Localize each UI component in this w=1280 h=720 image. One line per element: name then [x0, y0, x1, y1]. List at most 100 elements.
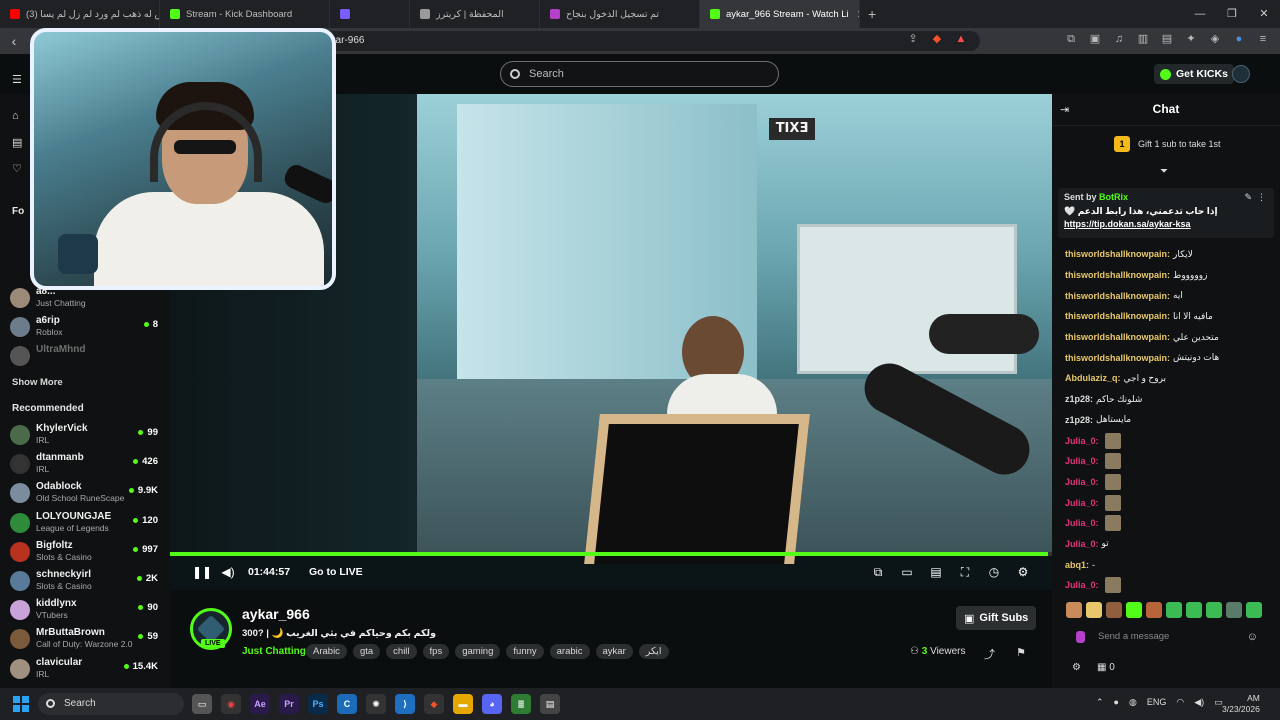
brave-rewards-icon[interactable]: ▲ — [954, 32, 968, 46]
pause-icon[interactable]: ❚❚ — [192, 565, 212, 579]
back-icon[interactable]: ‹ — [0, 33, 28, 49]
notepad-icon[interactable]: ≣ — [511, 694, 531, 714]
chat-points-icon[interactable]: ▦ 0 — [1097, 662, 1115, 673]
chatgpt-icon[interactable]: ✺ — [366, 694, 386, 714]
stream-tag[interactable]: gta — [352, 644, 381, 659]
stream-tag[interactable]: fps — [422, 644, 450, 659]
report-icon[interactable]: ⚑ — [1016, 646, 1026, 659]
browse-icon[interactable]: ▤ — [12, 137, 24, 149]
windows-start-icon[interactable] — [13, 696, 29, 712]
sidebar-channel[interactable]: UltraMhnd — [10, 343, 162, 370]
emote-icon[interactable] — [1206, 602, 1222, 618]
emote-icon[interactable] — [1186, 602, 1202, 618]
taskbar-search[interactable]: Search — [38, 693, 184, 715]
document-icon[interactable]: ▤ — [540, 694, 560, 714]
close-icon[interactable]: ✕ — [1248, 0, 1280, 28]
photoshop-icon[interactable]: Ps — [308, 694, 328, 714]
emote-icon[interactable] — [1086, 602, 1102, 618]
music-icon[interactable]: ♫ — [1112, 32, 1126, 46]
browser-tab[interactable]: المحفظة | كريترز — [410, 0, 540, 28]
stream-tag[interactable]: aykar — [595, 644, 633, 659]
chat-username[interactable]: Julia_0: — [1065, 456, 1099, 466]
chat-username[interactable]: abq1: — [1065, 560, 1089, 570]
puzzle-icon[interactable]: ✦ — [1184, 32, 1198, 46]
sidebar-channel[interactable]: clavicular IRL 15.4K — [10, 656, 162, 683]
chat-username[interactable]: thisworldshallknowpain: — [1065, 270, 1170, 280]
share-icon[interactable]: ⇪ — [906, 32, 920, 46]
emote-icon[interactable] — [1126, 602, 1142, 618]
extensions-icon[interactable]: ⧉ — [1064, 32, 1078, 46]
mic-icon[interactable]: ● — [1114, 697, 1119, 708]
speed-icon[interactable]: ◷ — [987, 565, 1001, 579]
brave-icon[interactable]: ◆ — [424, 694, 444, 714]
emote-icon[interactable] — [1226, 602, 1242, 618]
sidebar-channel[interactable]: MrButtaBrown Call of Duty: Warzone 2.0 59 — [10, 626, 162, 653]
sidebar-channel[interactable]: LOLYOUNGJAE League of Legends 120 — [10, 510, 162, 537]
chat-username[interactable]: Julia_0: — [1065, 539, 1099, 549]
chat-username[interactable]: z1p28: — [1065, 415, 1093, 425]
vscode-icon[interactable]: ⟩ — [395, 694, 415, 714]
chat-filter-icon[interactable]: ⏷ — [1160, 166, 1168, 177]
emote-icon[interactable] — [1066, 602, 1082, 618]
premiere-icon[interactable]: Pr — [279, 694, 299, 714]
stream-tag[interactable]: arabic — [549, 644, 590, 659]
stream-tag[interactable]: Arabic — [306, 644, 347, 659]
emoji-icon[interactable]: ☺ — [1247, 626, 1258, 648]
emote-icon[interactable] — [1106, 602, 1122, 618]
chat-username[interactable]: thisworldshallknowpain: — [1065, 353, 1170, 363]
show-more-button[interactable]: Show More — [12, 377, 63, 388]
new-tab-button[interactable]: + — [860, 6, 884, 22]
stream-category[interactable]: Just Chatting — [242, 646, 306, 657]
maximize-icon[interactable]: ❐ — [1216, 0, 1248, 28]
home-icon[interactable]: ⌂ — [12, 110, 24, 122]
fullscreen-icon[interactable]: ⛶ — [958, 565, 972, 579]
wallet-icon[interactable]: ▤ — [1160, 32, 1174, 46]
chat-username[interactable]: thisworldshallknowpain: — [1065, 291, 1170, 301]
sidebar-channel[interactable]: Bigfoltz Slots & Casino 997 — [10, 539, 162, 566]
chat-username[interactable]: z1p28: — [1065, 394, 1093, 404]
gift-goal[interactable]: 1 Gift 1 sub to take 1st — [1114, 136, 1221, 152]
stream-tag[interactable]: gaming — [455, 644, 501, 659]
chat-username[interactable]: Julia_0: — [1065, 477, 1099, 487]
language-indicator[interactable]: ENG — [1147, 697, 1167, 708]
go-to-live-button[interactable]: Go to LIVE — [309, 566, 363, 578]
sidebar-channel[interactable]: schneckyirl Slots & Casino 2K — [10, 568, 162, 595]
sidebar-channel[interactable]: Odablock Old School RuneScape 9.9K — [10, 480, 162, 507]
chat-username[interactable]: Julia_0: — [1065, 518, 1099, 528]
share-icon[interactable]: ⤴ — [984, 646, 995, 662]
tab-search-icon[interactable]: ▣ — [1088, 32, 1102, 46]
network-icon[interactable]: ◍ — [1129, 697, 1137, 708]
sidebar-toggle-icon[interactable]: ▥ — [1136, 32, 1150, 46]
hamburger-menu-icon[interactable]: ☰ — [12, 74, 24, 86]
chat-username[interactable]: thisworldshallknowpain: — [1065, 332, 1170, 342]
sidebar-channel[interactable]: kiddlynx VTubers 90 — [10, 597, 162, 624]
chat-username[interactable]: thisworldshallknowpain: — [1065, 249, 1170, 259]
chat-username[interactable]: Julia_0: — [1065, 498, 1099, 508]
settings-icon[interactable]: ⚙ — [1016, 565, 1030, 579]
wifi-icon[interactable]: ◠ — [1176, 697, 1184, 708]
url-field[interactable]: aykar-966 — [300, 31, 980, 51]
following-icon[interactable]: ♡ — [12, 163, 24, 175]
sidebar-channel[interactable]: dtanmanb IRL 426 — [10, 451, 162, 478]
stream-tag[interactable]: funny — [506, 644, 544, 659]
pinned-link[interactable]: https://tip.dokan.sa/aykar-ksa — [1064, 219, 1191, 229]
search-input[interactable]: Search — [500, 61, 779, 87]
browser-tab[interactable]: Stream - Kick Dashboard — [160, 0, 330, 28]
minimize-icon[interactable]: — — [1184, 0, 1216, 28]
canva-icon[interactable]: C — [337, 694, 357, 714]
chat-username[interactable]: Julia_0: — [1065, 436, 1099, 446]
emote-icon[interactable] — [1146, 602, 1162, 618]
profile-icon[interactable]: ● — [1232, 32, 1246, 46]
chat-username[interactable]: Abdulaziz_q: — [1065, 373, 1121, 383]
browser-tab[interactable]: (3) إقرش له ذهب لم ورد لم زل لم يسا — [0, 0, 160, 28]
user-avatar[interactable] — [1232, 65, 1250, 83]
tray-chevron-icon[interactable]: ⌃ — [1096, 697, 1104, 708]
brave-shield-icon[interactable]: ◆ — [930, 32, 944, 46]
vpn-icon[interactable]: ◈ — [1208, 32, 1222, 46]
emote-icon[interactable] — [1166, 602, 1182, 618]
discord-icon[interactable]: ◕ — [482, 694, 502, 714]
after-effects-icon[interactable]: Ae — [250, 694, 270, 714]
emote-icon[interactable] — [1246, 602, 1262, 618]
streamer-name[interactable]: aykar_966 — [242, 606, 310, 622]
browser-tab[interactable]: aykar_966 Stream - Watch Li✕ — [700, 0, 860, 28]
